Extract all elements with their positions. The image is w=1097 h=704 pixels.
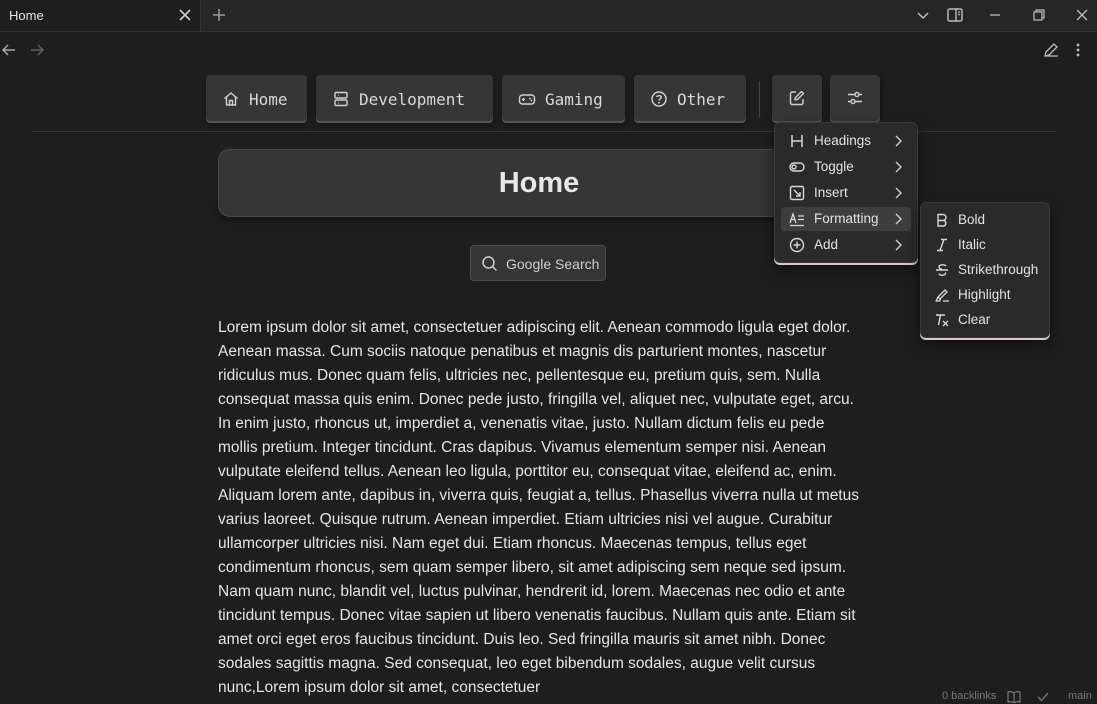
page-title: Home [498, 167, 580, 199]
plus-icon[interactable] [210, 6, 228, 24]
minimize-icon[interactable] [986, 6, 1004, 24]
menu-item-label: Insert [814, 185, 848, 200]
gaming-link-label: Gaming [545, 90, 603, 109]
book-open-icon[interactable] [1007, 690, 1021, 703]
google-search-label: Google Search [506, 256, 600, 272]
menu-item-label: Headings [814, 133, 872, 148]
development-link-button[interactable]: Development [316, 75, 493, 121]
submenu-item-bold[interactable]: Bold [927, 208, 1043, 232]
chevron-right-icon [891, 186, 905, 200]
house-icon [222, 90, 240, 108]
help-circle-icon [650, 90, 668, 108]
tab-title: Home [9, 8, 44, 23]
check-icon[interactable] [1036, 690, 1050, 703]
submenu-item-label: Highlight [958, 287, 1011, 302]
insert-icon [789, 185, 805, 201]
italic-icon [934, 237, 950, 253]
navigation-bar [0, 32, 1097, 68]
other-link-button[interactable]: Other [634, 75, 746, 121]
edit-square-icon [788, 89, 806, 107]
submenu-item-label: Strikethrough [958, 262, 1039, 277]
plus-circle-icon [789, 237, 805, 253]
close-icon[interactable] [176, 6, 194, 24]
chevron-right-icon [891, 212, 905, 226]
home-title-banner: Home [218, 149, 860, 217]
chevron-down-icon[interactable] [914, 6, 932, 24]
formatting-icon [789, 211, 805, 227]
more-vertical-icon[interactable] [1069, 41, 1087, 59]
backlinks-count[interactable]: 0 backlinks [942, 690, 996, 702]
settings-sliders-icon [846, 89, 864, 107]
strikethrough-icon [934, 262, 950, 278]
submenu-item-strikethrough[interactable]: Strikethrough [927, 258, 1043, 282]
submenu-item-label: Bold [958, 212, 986, 227]
settings-button[interactable] [830, 75, 880, 121]
tab-home[interactable]: Home [0, 0, 201, 31]
submenu-item-highlight[interactable]: Highlight [927, 283, 1043, 307]
submenu-item-clear[interactable]: Clear [927, 308, 1043, 332]
home-link-label: Home [249, 90, 288, 109]
development-link-label: Development [359, 90, 465, 109]
server-icon [332, 90, 350, 108]
toolbar-divider [759, 81, 760, 117]
chevron-right-icon [891, 160, 905, 174]
highlighter-icon [934, 287, 950, 303]
menu-item-insert[interactable]: Insert [781, 181, 911, 205]
menu-item-toggle[interactable]: Toggle [781, 155, 911, 179]
menu-item-label: Toggle [814, 159, 854, 174]
submenu-item-label: Italic [958, 237, 986, 252]
sidebar-toggle-icon[interactable] [946, 6, 964, 24]
submenu-item-italic[interactable]: Italic [927, 233, 1043, 257]
gaming-link-button[interactable]: Gaming [502, 75, 625, 121]
chevron-right-icon [891, 134, 905, 148]
title-bar: Home [0, 0, 1097, 32]
google-search-button[interactable]: Google Search [470, 245, 606, 281]
menu-item-label: Add [814, 237, 839, 252]
toggle-icon [789, 159, 805, 175]
close-window-icon[interactable] [1073, 6, 1091, 24]
other-link-label: Other [677, 90, 726, 109]
menu-item-label: Formatting [814, 211, 879, 226]
menu-item-formatting[interactable]: Formatting [781, 207, 911, 231]
bold-icon [934, 212, 950, 228]
arrow-left-icon[interactable] [0, 41, 18, 59]
menu-item-headings[interactable]: Headings [781, 129, 911, 153]
gamepad-icon [518, 90, 536, 108]
heading-icon [789, 133, 805, 149]
home-link-button[interactable]: Home [206, 75, 307, 121]
insert-menu: Headings Toggle Insert Formatting Add [774, 122, 918, 263]
git-branch-label[interactable]: main [1068, 690, 1092, 702]
note-body: Lorem ipsum dolor sit amet, consectetuer… [218, 319, 859, 696]
menu-item-add[interactable]: Add [781, 233, 911, 257]
edit-button[interactable] [772, 75, 822, 121]
formatting-submenu: Bold Italic Strikethrough Highlight Clea… [920, 202, 1050, 338]
submenu-item-label: Clear [958, 312, 991, 327]
search-icon [481, 255, 498, 272]
chevron-right-icon [891, 238, 905, 252]
restore-icon[interactable] [1030, 6, 1048, 24]
pencil-icon[interactable] [1042, 41, 1060, 59]
clear-formatting-icon [934, 312, 950, 328]
arrow-right-icon[interactable] [28, 41, 46, 59]
